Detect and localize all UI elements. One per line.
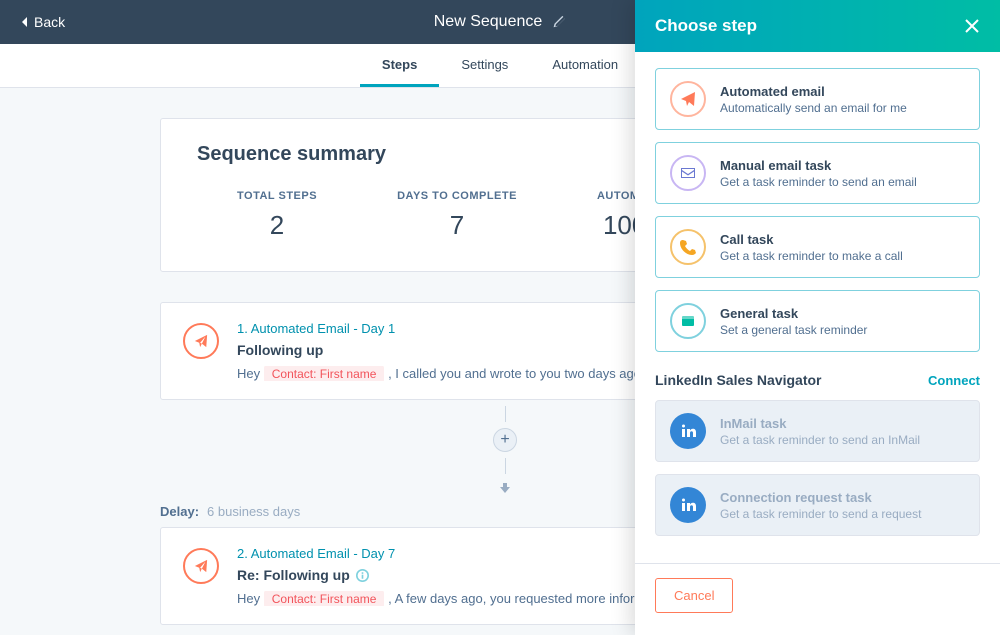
delay-value: 6 business days (207, 504, 300, 519)
contact-token: Contact: First name (264, 591, 385, 606)
close-icon[interactable] (964, 18, 980, 34)
stat-value: 2 (237, 210, 317, 241)
option-title: Call task (720, 232, 903, 247)
paper-plane-icon (183, 548, 219, 584)
option-title: Manual email task (720, 158, 917, 173)
envelope-icon (670, 155, 706, 191)
stat-label: TOTAL STEPS (237, 190, 317, 202)
pencil-icon (552, 15, 566, 29)
linkedin-icon (670, 413, 706, 449)
option-desc: Get a task reminder to send an InMail (720, 433, 920, 447)
delay-label: Delay: (160, 504, 199, 519)
back-label: Back (34, 14, 65, 30)
page-title: New Sequence (434, 13, 543, 31)
option-desc: Get a task reminder to make a call (720, 249, 903, 263)
panel-title: Choose step (655, 16, 757, 36)
panel-header: Choose step (635, 0, 1000, 52)
cancel-button[interactable]: Cancel (655, 578, 733, 613)
back-button[interactable]: Back (20, 14, 65, 30)
option-desc: Get a task reminder to send an email (720, 175, 917, 189)
linkedin-icon (670, 487, 706, 523)
stat-label: DAYS TO COMPLETE (397, 190, 517, 202)
option-desc: Set a general task reminder (720, 323, 867, 337)
tab-steps[interactable]: Steps (360, 45, 439, 87)
chevron-left-icon (20, 16, 28, 28)
option-title: InMail task (720, 416, 920, 431)
option-manual-email[interactable]: Manual email task Get a task reminder to… (655, 142, 980, 204)
option-title: Connection request task (720, 490, 921, 505)
contact-token: Contact: First name (264, 366, 385, 381)
option-general-task[interactable]: General task Set a general task reminder (655, 290, 980, 352)
arrow-down-icon (500, 480, 510, 498)
tab-automation[interactable]: Automation (530, 45, 640, 87)
option-title: Automated email (720, 84, 907, 99)
tab-settings[interactable]: Settings (439, 45, 530, 87)
linkedin-heading: LinkedIn Sales Navigator (655, 372, 822, 388)
paper-plane-icon (183, 323, 219, 359)
stat-days-complete: DAYS TO COMPLETE 7 (397, 190, 517, 241)
list-icon (670, 303, 706, 339)
option-automated-email[interactable]: Automated email Automatically send an em… (655, 68, 980, 130)
option-title: General task (720, 306, 867, 321)
page-title-wrap[interactable]: New Sequence (434, 13, 567, 31)
option-desc: Get a task reminder to send a request (720, 507, 921, 521)
paper-plane-icon (670, 81, 706, 117)
connect-link[interactable]: Connect (928, 373, 980, 388)
info-icon[interactable] (356, 569, 369, 582)
option-connection-request: Connection request task Get a task remin… (655, 474, 980, 536)
option-desc: Automatically send an email for me (720, 101, 907, 115)
stat-value: 7 (397, 210, 517, 241)
phone-icon (670, 229, 706, 265)
option-inmail-task: InMail task Get a task reminder to send … (655, 400, 980, 462)
stat-total-steps: TOTAL STEPS 2 (237, 190, 317, 241)
choose-step-panel: Choose step Automated email Automaticall… (635, 0, 1000, 635)
option-call-task[interactable]: Call task Get a task reminder to make a … (655, 216, 980, 278)
add-step-button[interactable]: + (493, 428, 517, 452)
